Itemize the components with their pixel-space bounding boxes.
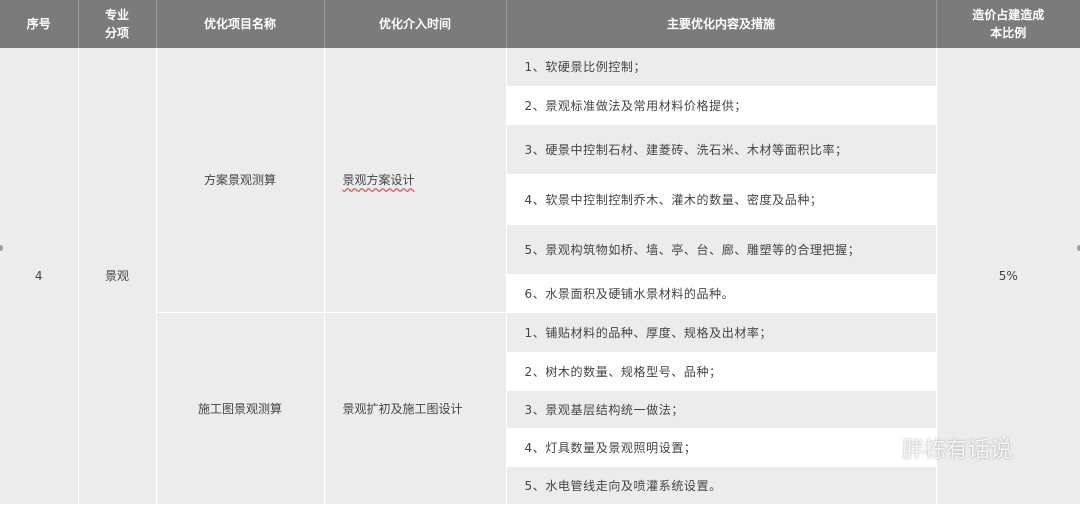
category-cell: 景观 [78,48,157,505]
header-ratio-text: 造价占建造成本比例 [972,8,1045,40]
measure-cell: 6、水景面积及硬铺水景材料的品种。 [506,274,937,313]
header-item-name: 优化项目名称 [156,0,325,48]
item-name-cell: 方案景观测算 [156,48,325,313]
timing-cell: 景观扩初及施工图设计 [324,312,507,505]
watermark: 胖栋有话说 [862,432,1012,464]
measure-cell: 2、树木的数量、规格型号、品种； [506,352,937,391]
seq-cell: 4 [0,48,79,505]
optimization-table: 序号 专业分项 优化项目名称 优化介入时间 主要优化内容及措施 造价占建造成本比… [0,0,1080,505]
measure-cell: 5、水电管线走向及喷灌系统设置。 [506,466,937,505]
table-row: 施工图景观测算 景观扩初及施工图设计 1、铺贴材料的品种、厚度、规格及出材率； [0,312,1080,505]
measure-cell: 2、景观标准做法及常用材料价格提供； [506,86,937,125]
timing-cell: 景观方案设计 [324,48,507,313]
timing-text: 景观扩初及施工图设计 [342,401,463,416]
header-timing: 优化介入时间 [324,0,507,48]
item-name-cell: 施工图景观测算 [156,312,325,505]
timing-text: 景观方案设计 [342,173,415,188]
measure-cell: 3、景观基层结构统一做法； [506,390,937,429]
header-row: 序号 专业分项 优化项目名称 优化介入时间 主要优化内容及措施 造价占建造成本比… [0,0,1080,48]
wechat-icon [863,435,895,462]
watermark-text: 胖栋有话说 [902,438,1013,463]
measure-cell: 5、景观构筑物如桥、墙、亭、台、廊、雕塑等的合理把握； [506,224,937,275]
table-row: 4 景观 方案景观测算 景观方案设计 1、软硬景比例控制； 5% [0,48,1080,505]
measure-cell: 1、软硬景比例控制； [506,48,937,87]
measure-cell: 4、软景中控制控制乔木、灌木的数量、密度及品种； [506,174,937,225]
measure-cell: 1、铺贴材料的品种、厚度、规格及出材率； [506,312,937,353]
measure-cell: 3、硬景中控制石材、建菱砖、洗石米、木材等面积比率； [506,124,937,175]
header-ratio: 造价占建造成本比例 [936,0,1080,48]
header-category-text: 专业分项 [105,8,130,40]
header-category: 专业分项 [78,0,157,48]
header-measures: 主要优化内容及措施 [506,0,937,48]
header-seq: 序号 [0,0,79,48]
